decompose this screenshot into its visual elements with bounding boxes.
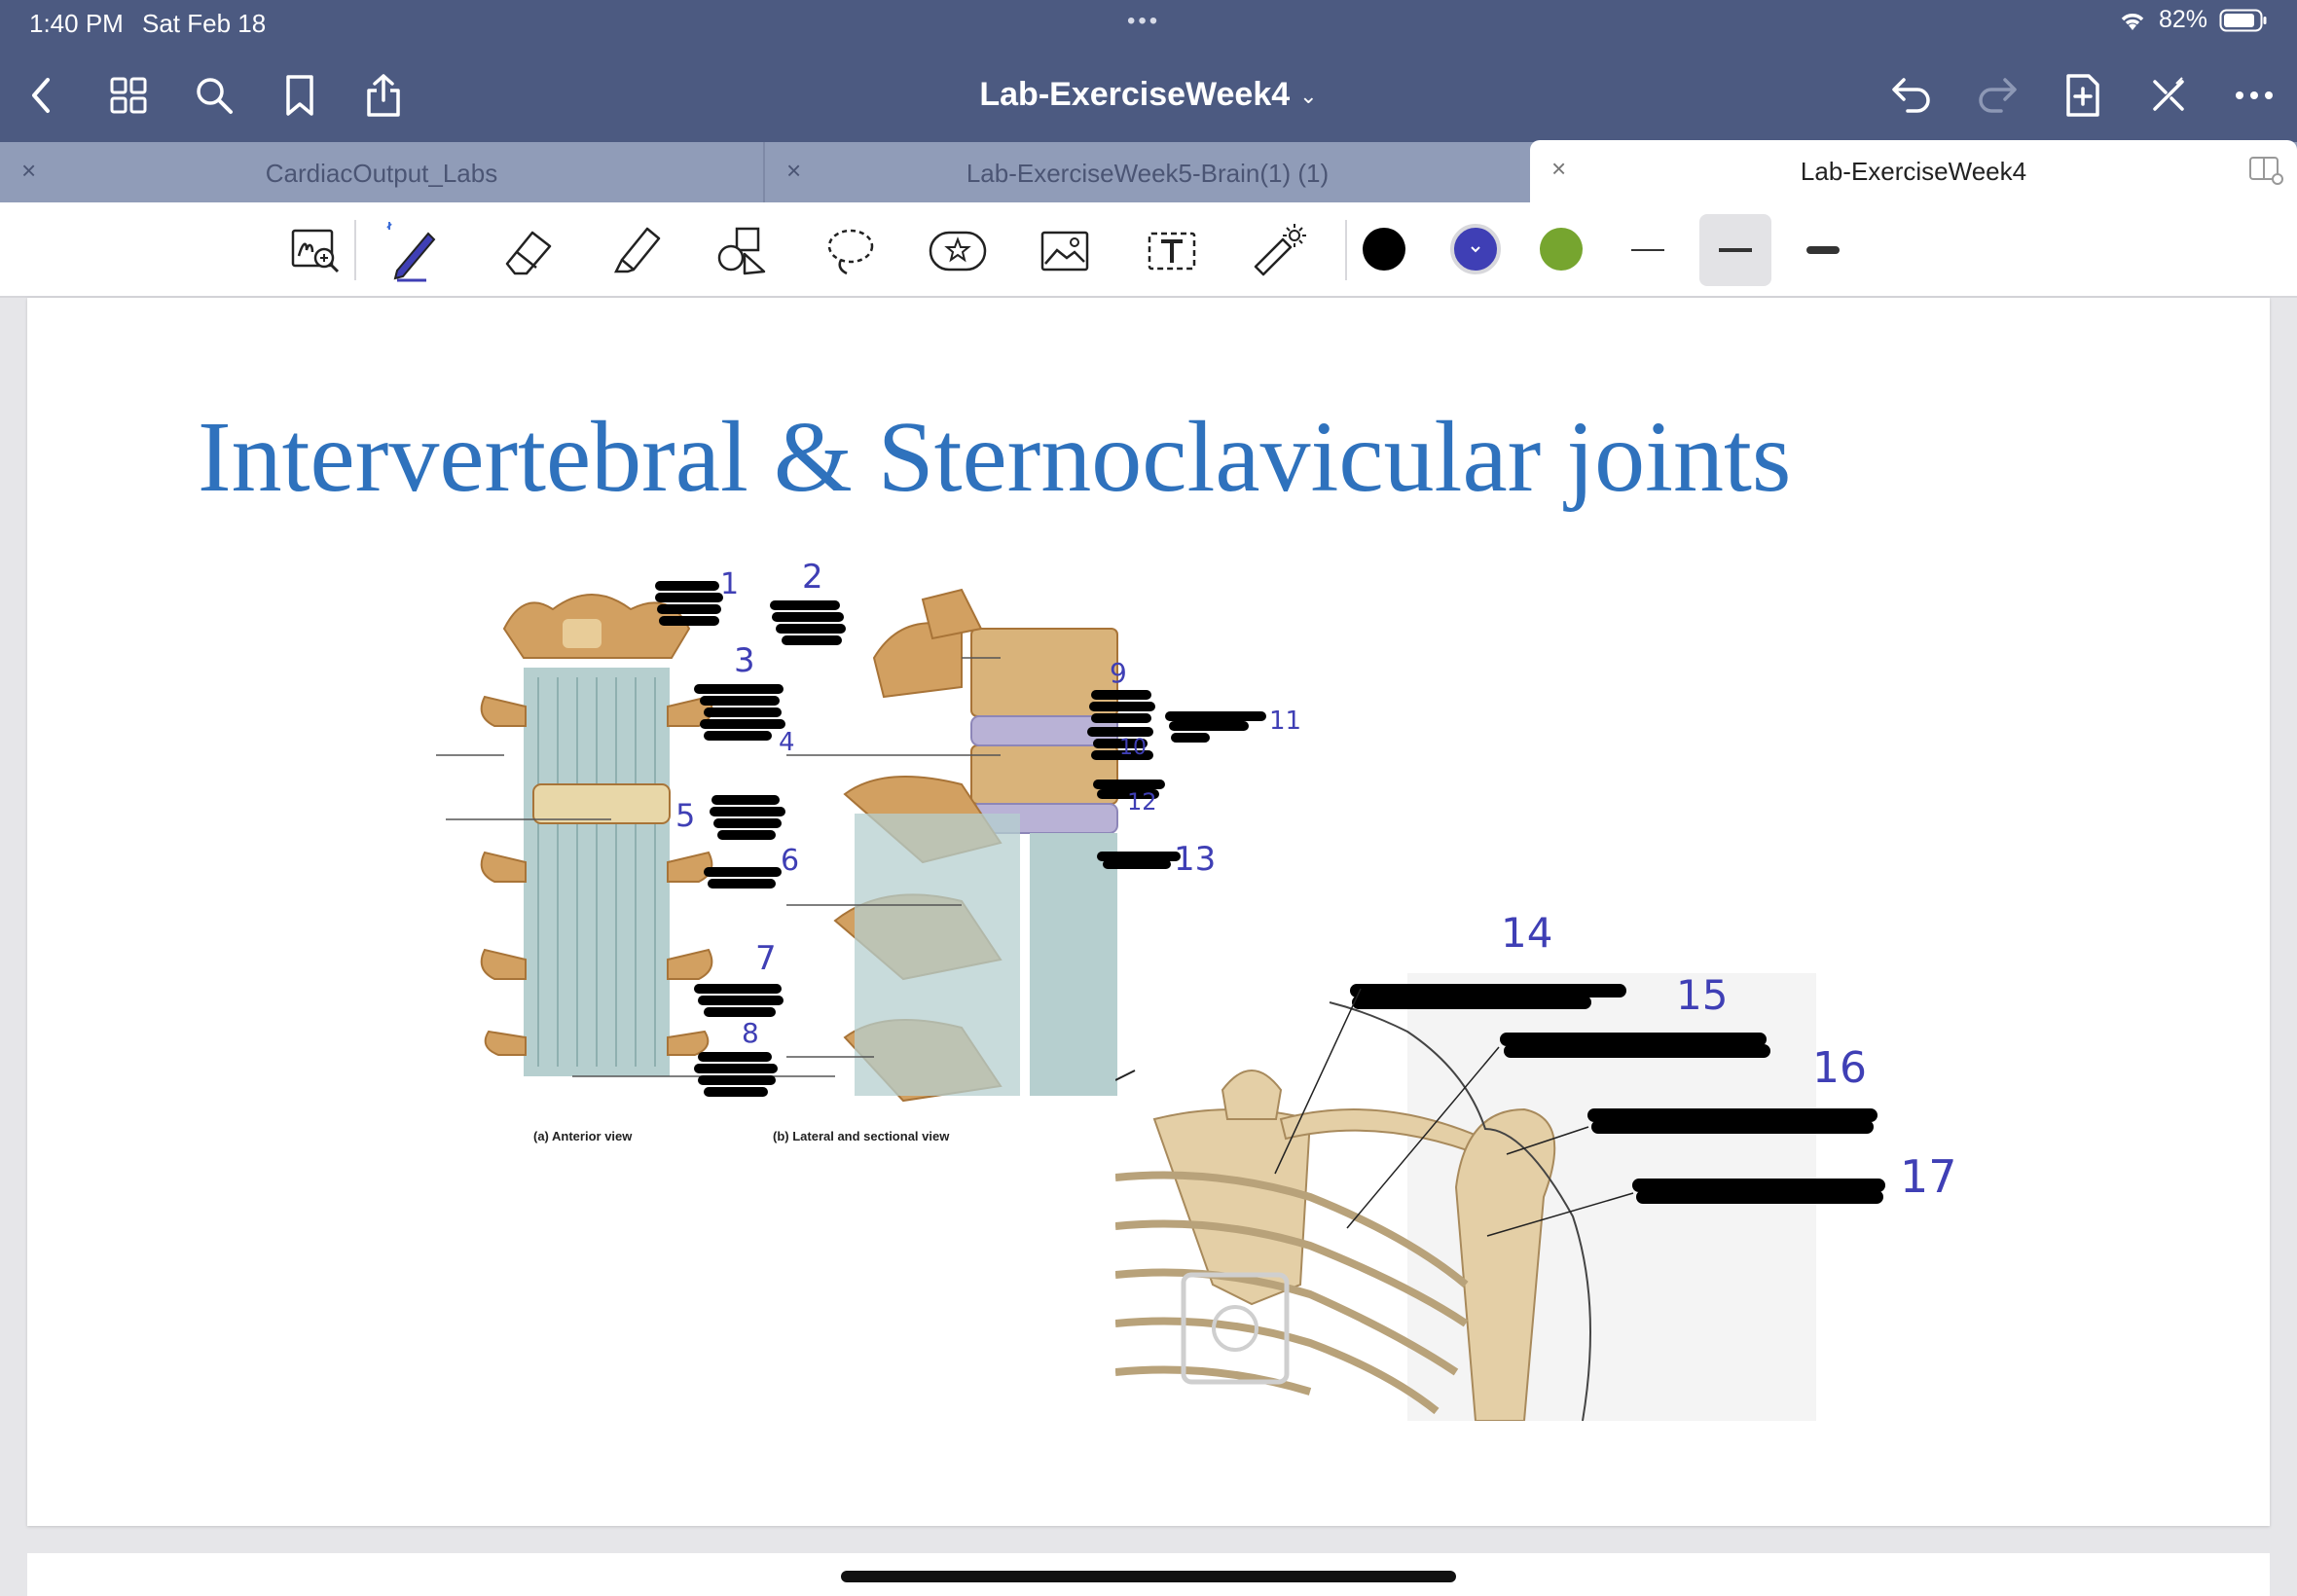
annotation-label-9: 9 — [1110, 657, 1127, 689]
annotation-label-16: 16 — [1812, 1043, 1867, 1093]
pen-cross-icon — [2153, 77, 2184, 111]
status-date: Sat Feb 18 — [142, 9, 267, 38]
redo-button[interactable] — [1970, 68, 2024, 123]
color-green-swatch[interactable] — [1540, 228, 1583, 271]
more-button[interactable] — [2227, 68, 2281, 123]
stroke-thin-icon — [1631, 249, 1664, 251]
text-tool[interactable] — [1141, 220, 1203, 282]
annotation-label-8: 8 — [742, 1017, 759, 1049]
annotation-label-1: 1 — [720, 567, 740, 601]
chevron-down-icon: ⌄ — [1299, 84, 1318, 109]
split-view-icon[interactable] — [2248, 156, 2283, 185]
annotation-label-13: 13 — [1174, 840, 1217, 879]
color-blue-swatch-selected[interactable] — [1450, 224, 1501, 274]
annotation-label-12: 12 — [1127, 788, 1157, 816]
tab-label: CardiacOutput_Labs — [265, 159, 498, 188]
pen-tool[interactable] — [383, 220, 446, 282]
stroke-thick-button[interactable] — [1787, 214, 1859, 286]
lasso-tool[interactable] — [820, 220, 882, 282]
annotation-label-2: 2 — [802, 558, 823, 597]
stroke-thick-icon — [1806, 246, 1840, 254]
tab-label: Lab-ExerciseWeek5-Brain(1) (1) — [966, 159, 1330, 188]
wifi-icon — [2121, 13, 2144, 30]
stroke-medium-icon — [1719, 248, 1752, 252]
annotation-label-4: 4 — [779, 728, 795, 757]
multitasking-dots[interactable]: ••• — [1127, 8, 1160, 35]
highlighter-icon — [613, 227, 661, 273]
tab-bar: × CardiacOutput_Labs × Lab-ExerciseWeek5… — [0, 140, 2297, 202]
toolbar-divider — [354, 220, 356, 280]
status-time: 1:40 PM — [29, 9, 124, 38]
document-title-dropdown[interactable]: Lab-ExerciseWeek4 ⌄ — [0, 76, 2297, 114]
annotation-label-14: 14 — [1501, 909, 1553, 957]
sticker-icon — [929, 231, 987, 272]
zoom-write-icon — [291, 229, 340, 273]
document-page[interactable]: Intervertebral & Sternoclavicular joints — [27, 298, 2270, 1526]
shapes-tool[interactable] — [712, 220, 775, 282]
sticker-tool[interactable] — [927, 220, 989, 282]
annotation-label-6: 6 — [781, 844, 800, 878]
annotation-label-15: 15 — [1676, 971, 1729, 1019]
pen-icon — [386, 222, 436, 282]
annotation-label-3: 3 — [734, 641, 755, 680]
annotation-label-11: 11 — [1269, 707, 1302, 736]
redo-icon — [1979, 78, 2017, 113]
undo-button[interactable] — [1884, 68, 1939, 123]
close-edit-button[interactable] — [2141, 68, 2196, 123]
lasso-icon — [827, 229, 874, 275]
color-black-swatch[interactable] — [1363, 228, 1405, 271]
navigation-bar: Lab-ExerciseWeek4 ⌄ — [0, 47, 2297, 142]
document-title: Lab-ExerciseWeek4 — [979, 76, 1291, 113]
tab-week4[interactable]: × Lab-ExerciseWeek4 — [1530, 140, 2297, 202]
laser-pointer-tool[interactable] — [1248, 220, 1310, 282]
annotation-label-17: 17 — [1900, 1150, 1957, 1203]
toolbar-divider — [1345, 220, 1347, 280]
shapes-icon — [717, 227, 766, 275]
undo-icon — [1892, 78, 1930, 113]
battery-percent: 82% — [2158, 6, 2207, 33]
stroke-medium-button[interactable] — [1699, 214, 1771, 286]
zoom-write-tool[interactable] — [284, 220, 346, 282]
add-page-icon — [2066, 74, 2099, 117]
eraser-icon — [505, 231, 552, 275]
chevron-down-icon — [1471, 246, 1480, 253]
annotation-toolbar — [0, 202, 2297, 298]
stroke-thin-button[interactable] — [1612, 214, 1684, 286]
home-indicator[interactable] — [841, 1571, 1456, 1582]
image-tool[interactable] — [1034, 220, 1096, 282]
tab-cardiac-output[interactable]: × CardiacOutput_Labs — [0, 142, 765, 202]
status-bar: 1:40 PM Sat Feb 18 ••• 82% — [0, 0, 2297, 47]
handwriting-layer — [655, 581, 1885, 1237]
more-icon — [2236, 91, 2273, 99]
tab-label: Lab-ExerciseWeek4 — [1800, 157, 2027, 186]
text-tool-icon — [1148, 232, 1196, 271]
highlighter-tool[interactable] — [605, 220, 668, 282]
annotation-label-5: 5 — [675, 797, 696, 834]
image-icon — [1040, 231, 1089, 272]
battery-icon — [2219, 9, 2267, 31]
tab-week5-brain[interactable]: × Lab-ExerciseWeek5-Brain(1) (1) — [765, 142, 1530, 202]
laser-pointer-icon — [1254, 224, 1306, 276]
annotation-label-10: 10 — [1119, 736, 1147, 760]
add-page-button[interactable] — [2056, 68, 2110, 123]
eraser-tool[interactable] — [496, 220, 559, 282]
annotation-label-7: 7 — [755, 939, 777, 978]
